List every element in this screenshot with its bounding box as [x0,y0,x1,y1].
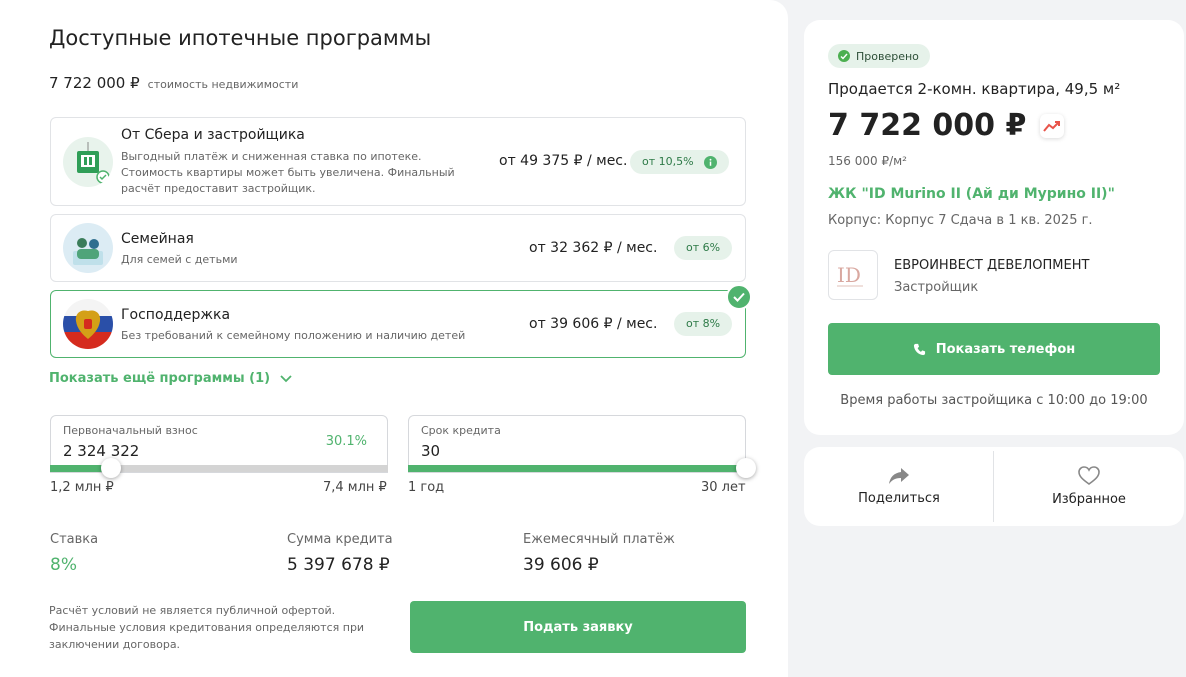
program-rate: от 8% [686,317,721,330]
program-description: Для семей с детьми [121,253,238,266]
program-name: Господдержка [121,307,231,323]
show-phone-label: Показать телефон [935,341,1076,357]
price-per-m2: 156 000 ₽/м² [828,154,907,168]
rate-value: 8% [50,555,77,575]
building-info: Корпус: Корпус 7 Сдача в 1 кв. 2025 г. [828,213,1093,228]
rate-summary: Ставка 8% [50,532,98,575]
rate-label: Ставка [50,532,99,547]
loan-term-label: Срок кредита [421,424,501,437]
actions-card: Поделиться Избранное [804,447,1184,526]
loan-term-field[interactable]: Срок кредита 30 [408,415,756,478]
program-card-gov[interactable]: Господдержка Без требований к семейному … [50,284,752,358]
heart-icon [1078,466,1100,485]
developer-hours: Время работы застройщика с 10:00 до 19:0… [840,393,1148,408]
down-payment-slider-thumb[interactable] [100,458,121,478]
property-price: 7 722 000 ₽ стоимость недвижимости [49,74,298,92]
loan-term-input[interactable]: 30 [421,442,440,460]
program-rate: от 10,5% [642,155,694,168]
program-card-family[interactable]: Семейная Для семей с детьми от 32 362 ₽ … [50,214,746,282]
down-payment-percent: 30.1% [325,434,367,449]
flat-title: Продается 2-комн. квартира, 49,5 м² [828,80,1121,98]
loan-term-max: 30 лет [701,480,746,495]
property-price-value: 7 722 000 ₽ [49,74,140,92]
chevron-down-icon [280,374,292,382]
verified-badge: Проверено [828,44,930,68]
price-trend-icon[interactable] [1040,113,1065,138]
down-payment-input[interactable]: 2 324 322 [63,442,139,460]
share-label: Поделиться [858,491,940,506]
family-icon [63,223,113,273]
monthly-summary: Ежемесячный платёж 39 606 ₽ [523,532,675,575]
complex-link[interactable]: ЖК "ID Murino II (Ай ди Мурино II)" [828,186,1115,202]
loan-value: 5 397 678 ₽ [287,555,390,575]
down-payment-label: Первоначальный взнос [63,424,198,437]
down-payment-field[interactable]: Первоначальный взнос 2 324 322 30.1% [50,415,388,478]
down-payment-max: 7,4 млн ₽ [323,480,387,495]
listing-price: 7 722 000 ₽ [828,108,1065,143]
russia-coat-of-arms-icon [63,299,113,349]
program-rate-badge: от 6% [674,236,733,260]
program-rate-badge: от 8% [674,312,733,336]
verified-label: Проверено [856,49,919,63]
program-name: От Сбера и застройщика [121,127,305,143]
show-phone-button[interactable]: Показать телефон [828,323,1160,375]
property-price-label: стоимость недвижимости [147,78,299,91]
monthly-label: Ежемесячный платёж [523,532,675,547]
sber-developer-icon [63,137,113,187]
loan-term-slider[interactable] [408,458,756,478]
verified-icon [838,50,850,62]
developer-logo[interactable]: ID [828,250,878,300]
developer-name[interactable]: ЕВРОИНВЕСТ ДЕВЕЛОПМЕНТ [894,258,1089,273]
loan-summary: Сумма кредита 5 397 678 ₽ [287,532,393,575]
mortgage-panel: Доступные ипотечные программы 7 722 000 … [0,0,788,677]
program-payment: от 49 375 ₽ / мес. [499,153,628,169]
selected-check-icon [726,284,752,310]
show-more-programs-link[interactable]: Показать ещё программы (1) [49,371,292,386]
program-name: Семейная [121,231,194,247]
program-description: Выгодный платёж и сниженная ставка по ип… [121,150,455,195]
disclaimer: Расчёт условий не является публичной офе… [49,604,365,651]
loan-term-slider-thumb[interactable] [736,458,756,478]
favorite-button[interactable]: Избранное [994,447,1184,526]
program-rate: от 6% [686,241,721,254]
phone-icon [913,343,925,355]
apply-button[interactable]: Подать заявку [410,601,746,653]
share-icon [889,468,909,484]
listing-price-value: 7 722 000 ₽ [828,108,1027,143]
down-payment-slider[interactable] [50,458,388,478]
developer-role: Застройщик [894,280,979,295]
share-button[interactable]: Поделиться [804,447,994,526]
info-icon[interactable] [703,155,717,169]
program-payment: от 39 606 ₽ / мес. [529,316,658,332]
down-payment-min: 1,2 млн ₽ [50,480,114,495]
page-title: Доступные ипотечные программы [49,26,432,50]
loan-term-min: 1 год [408,480,445,495]
program-rate-badge: от 10,5% [630,150,729,174]
listing-card: Проверено Продается 2-комн. квартира, 49… [804,20,1184,435]
show-more-label: Показать ещё программы (1) [49,371,271,386]
monthly-value: 39 606 ₽ [523,555,599,575]
favorite-label: Избранное [1052,492,1126,507]
svg-text:ID: ID [837,263,861,287]
loan-label: Сумма кредита [287,532,393,547]
program-payment: от 32 362 ₽ / мес. [529,240,658,256]
loan-term-slider-fill [408,465,746,472]
program-description: Без требований к семейному положению и н… [121,329,466,342]
program-card-sber[interactable]: От Сбера и застройщика Выгодный платёж и… [50,117,746,206]
